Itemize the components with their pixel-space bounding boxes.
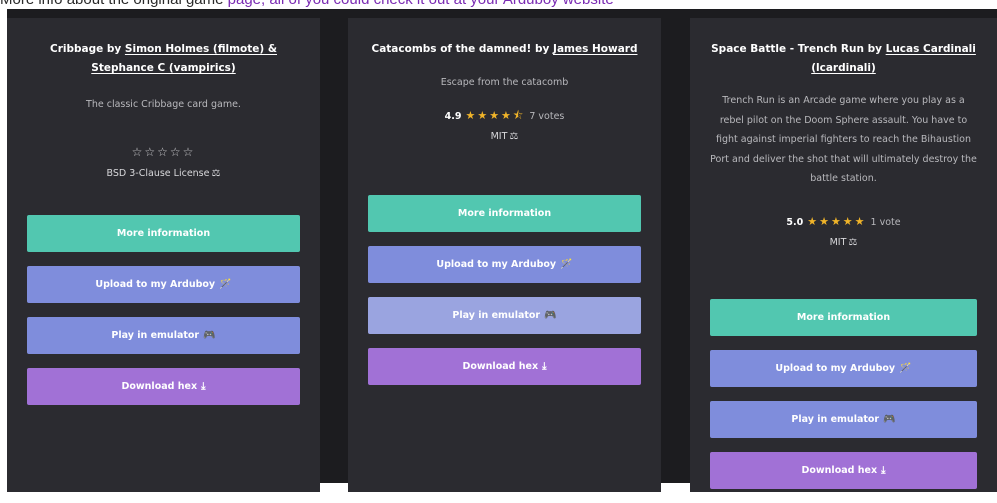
license-label: MIT	[490, 130, 508, 142]
button-label: More information	[457, 208, 552, 219]
play-in-emulator-button[interactable]: Play in emulator 🎮	[368, 297, 641, 334]
gamepad-icon: 🎮	[544, 310, 557, 321]
button-label: Upload to my Arduboy	[95, 279, 216, 290]
action-buttons: More information Upload to my Arduboy 🪄 P…	[27, 215, 300, 419]
rating-score: 4.9	[444, 110, 462, 122]
more-information-button[interactable]: More information	[27, 215, 300, 252]
rating-votes: 1 vote	[870, 216, 901, 228]
button-label: Upload to my Arduboy	[436, 259, 557, 270]
more-information-button[interactable]: More information	[368, 195, 641, 232]
game-card-catacombs: Catacombs of the damned! by James Howard…	[348, 18, 661, 492]
rating: 4.9 ★★★★⯪ 7 votes	[368, 109, 641, 124]
play-in-emulator-button[interactable]: Play in emulator 🎮	[27, 317, 300, 354]
license-label: BSD 3-Clause License	[106, 167, 210, 179]
game-description: Escape from the catacomb	[440, 77, 569, 88]
balance-scale-icon: ⚖	[848, 236, 858, 248]
download-hex-button[interactable]: Download hex ⤓	[368, 348, 641, 385]
game-card-space-battle: Space Battle - Trench Run by Lucas Cardi…	[690, 18, 997, 492]
upload-to-arduboy-button[interactable]: Upload to my Arduboy 🪄	[710, 350, 977, 387]
license-label: MIT	[829, 236, 847, 248]
download-hex-button[interactable]: Download hex ⤓	[710, 452, 977, 489]
more-information-button[interactable]: More information	[710, 299, 977, 336]
game-title-prefix: Space Battle - Trench Run by	[711, 43, 886, 55]
game-description: The classic Cribbage card game.	[86, 99, 241, 110]
gamepad-icon: 🎮	[203, 330, 216, 341]
download-icon: ⤓	[201, 381, 206, 392]
rating: ☆☆☆☆☆	[27, 145, 300, 161]
balance-scale-icon: ⚖	[211, 167, 221, 179]
license: BSD 3-Clause License ⚖	[27, 167, 300, 181]
button-label: More information	[116, 228, 211, 239]
games-grid: Cribbage by Simon Holmes (filmote) & Ste…	[7, 9, 997, 492]
button-label: Download hex	[121, 381, 198, 392]
button-label: Download hex	[801, 465, 878, 476]
action-buttons: More information Upload to my Arduboy 🪄 P…	[710, 299, 977, 503]
rating-votes: 7 votes	[529, 110, 565, 122]
license: MIT ⚖	[710, 236, 977, 250]
game-title: Space Battle - Trench Run by Lucas Cardi…	[710, 40, 977, 78]
top-text-before: More info about the original game	[0, 0, 228, 8]
wand-icon: 🪄	[560, 259, 573, 270]
game-title-prefix: Cribbage by	[49, 43, 125, 55]
top-text-after[interactable]: at your Arduboy website	[449, 0, 614, 8]
button-label: Play in emulator	[111, 330, 200, 341]
game-title: Catacombs of the damned! by James Howard	[368, 40, 641, 59]
balance-scale-icon: ⚖	[509, 130, 519, 142]
upload-to-arduboy-button[interactable]: Upload to my Arduboy 🪄	[27, 266, 300, 303]
top-text-link[interactable]: page, all of you could check it out	[228, 0, 450, 8]
game-title-prefix: Catacombs of the damned! by	[371, 43, 554, 55]
gamepad-icon: 🎮	[883, 414, 896, 425]
button-label: Upload to my Arduboy	[775, 363, 896, 374]
author-link[interactable]: James Howard	[553, 43, 637, 55]
download-icon: ⤓	[542, 361, 547, 372]
button-label: Download hex	[462, 361, 539, 372]
wand-icon: 🪄	[219, 279, 232, 290]
button-label: More information	[796, 312, 891, 323]
play-in-emulator-button[interactable]: Play in emulator 🎮	[710, 401, 977, 438]
wand-icon: 🪄	[899, 363, 912, 374]
top-cropped-text: More info about the original game page, …	[0, 0, 997, 9]
rating-stars: ☆☆☆☆☆	[131, 144, 196, 159]
rating: 5.0 ★★★★★ 1 vote	[710, 215, 977, 230]
rating-stars: ★★★★⯪	[465, 108, 526, 122]
button-label: Play in emulator	[791, 414, 880, 425]
game-title: Cribbage by Simon Holmes (filmote) & Ste…	[27, 40, 300, 78]
button-label: Play in emulator	[452, 310, 541, 321]
upload-to-arduboy-button[interactable]: Upload to my Arduboy 🪄	[368, 246, 641, 283]
license: MIT ⚖	[368, 130, 641, 144]
game-card-cribbage: Cribbage by Simon Holmes (filmote) & Ste…	[7, 18, 320, 492]
action-buttons: More information Upload to my Arduboy 🪄 P…	[368, 195, 641, 399]
rating-stars: ★★★★★	[807, 214, 867, 228]
game-description: Trench Run is an Arcade game where you p…	[710, 95, 977, 184]
download-hex-button[interactable]: Download hex ⤓	[27, 368, 300, 405]
download-icon: ⤓	[881, 465, 886, 476]
rating-score: 5.0	[786, 216, 804, 228]
